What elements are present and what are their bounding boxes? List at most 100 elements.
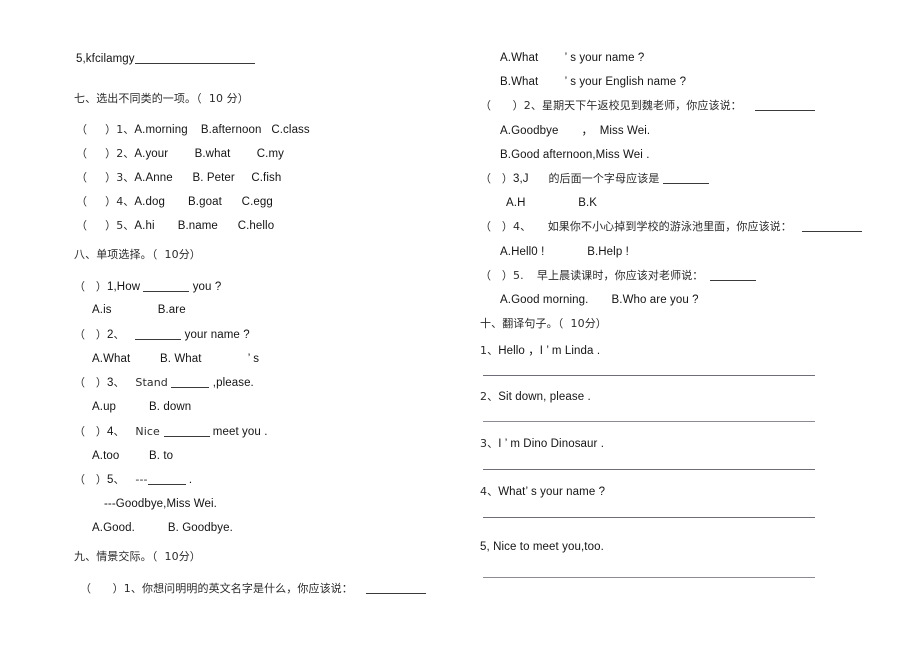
section-eight-item-5-stem: （ ）5、 --- .	[74, 473, 192, 487]
choice-paren[interactable]: （ ）	[76, 147, 116, 160]
item-sentence: Hello ，I ’ m Linda .	[498, 345, 601, 357]
orphan-item-word: kfcilamgy	[85, 53, 135, 65]
answer-blank[interactable]	[801, 231, 862, 232]
section-nine-item-1: （ ）1、你想问明明的英文名字是什么，你应该说：	[80, 582, 427, 596]
option-c[interactable]: C.class	[271, 124, 309, 136]
stem-before: 、	[113, 328, 136, 341]
answer-blank[interactable]	[662, 183, 709, 184]
choice-paren[interactable]: （ ）	[74, 473, 107, 486]
section-eight-item-5-options[interactable]: A.Good. B. Goodbye.	[92, 521, 233, 535]
stem-after: .	[185, 474, 193, 486]
item-number: 4、	[480, 485, 499, 498]
orphan-item-5: 5,kfcilamgy	[76, 52, 255, 66]
option-a[interactable]: A.Anne	[134, 172, 172, 184]
translation-answer-line-3[interactable]	[483, 469, 815, 470]
option-a[interactable]: A.morning	[134, 124, 187, 136]
section-nine-item-3: （ ）3,J 的后面一个字母应该是	[480, 172, 709, 186]
item-prompt: 的后面一个字母应该是	[548, 172, 660, 185]
item-number: 4、	[513, 220, 532, 233]
item-number: 2、	[523, 99, 542, 112]
stem-before: 、 Stand	[113, 376, 172, 389]
section-nine-item-2-option-b[interactable]: B.Good afternoon,Miss Wei .	[500, 148, 650, 162]
stem-before: How	[116, 281, 144, 293]
section-seven-heading: 七、选出不同类的一项。（ 10 分）	[74, 92, 249, 105]
section-nine-item-1-option-b[interactable]: B.What ’ s your English name ?	[500, 75, 686, 89]
choice-paren[interactable]: （ ）	[76, 171, 116, 184]
item-number: 1、	[123, 582, 142, 595]
item-number: 2、	[116, 147, 135, 160]
option-c[interactable]: C.hello	[238, 220, 275, 232]
section-eight-item-1-options[interactable]: A.is B.are	[92, 303, 186, 317]
option-b[interactable]: B.goat	[188, 196, 222, 208]
section-eight-item-2-options[interactable]: A.What B. What ’ s	[92, 352, 259, 366]
stem-after: your name ?	[181, 329, 250, 341]
choice-paren[interactable]: （ ）	[74, 376, 107, 389]
orphan-item-blank[interactable]	[134, 63, 255, 64]
item-number: 3、	[480, 437, 499, 450]
choice-paren[interactable]: （ ）	[480, 269, 513, 282]
translation-answer-line-1[interactable]	[483, 375, 815, 376]
section-ten-item-3: 3、I ’ m Dino Dinosaur .	[480, 437, 604, 451]
answer-blank[interactable]	[147, 484, 186, 485]
answer-blank[interactable]	[143, 291, 190, 292]
choice-paren[interactable]: （ ）	[74, 425, 107, 438]
choice-paren[interactable]: （ ）	[76, 219, 116, 232]
section-ten-item-4: 4、What’ s your name ?	[480, 485, 605, 499]
translation-answer-line-5[interactable]	[483, 577, 815, 578]
option-b[interactable]: B.afternoon	[201, 124, 262, 136]
answer-blank[interactable]	[171, 387, 210, 388]
option-c[interactable]: C.fish	[251, 172, 281, 184]
option-a[interactable]: A.hi	[134, 220, 154, 232]
item-number: 5、	[116, 219, 135, 232]
section-seven-item-4: （ ）4、A.dog B.goat C.egg	[76, 195, 273, 209]
item-number: 3,J	[513, 173, 529, 185]
answer-blank[interactable]	[135, 339, 182, 340]
answer-blank[interactable]	[163, 436, 210, 437]
section-nine-item-2-option-a[interactable]: A.Goodbye ， Miss Wei.	[500, 124, 650, 138]
option-c[interactable]: C.my	[257, 148, 284, 160]
section-eight-item-4-options[interactable]: A.too B. to	[92, 449, 173, 463]
stem-before: 、 ---	[113, 473, 148, 486]
translation-answer-line-2[interactable]	[483, 421, 815, 422]
item-prompt: 如果你不小心掉到学校的游泳池里面，你应该说：	[547, 220, 792, 233]
answer-blank[interactable]	[366, 593, 427, 594]
option-b[interactable]: B.name	[178, 220, 218, 232]
item-number: 1,	[107, 281, 117, 293]
translation-answer-line-4[interactable]	[483, 517, 815, 518]
answer-blank[interactable]	[709, 280, 756, 281]
section-ten-heading: 十、翻译句子。（ 10分）	[480, 317, 607, 330]
section-nine-item-2: （ ）2、星期天下午返校见到魏老师，你应该说：	[480, 99, 815, 113]
option-a[interactable]: A.your	[134, 148, 168, 160]
item-number: 2、	[480, 390, 499, 403]
section-seven-item-1: （ ）1、A.morning B.afternoon C.class	[76, 123, 310, 137]
choice-paren[interactable]: （ ）	[74, 280, 107, 293]
choice-paren[interactable]: （ ）	[76, 195, 116, 208]
section-nine-item-4-options[interactable]: A.Hell0 ! B.Help !	[500, 245, 629, 259]
choice-paren[interactable]: （ ）	[74, 328, 107, 341]
choice-paren[interactable]: （ ）	[480, 220, 513, 233]
section-nine-item-3-options[interactable]: A.H B.K	[506, 196, 597, 210]
choice-paren[interactable]: （ ）	[480, 172, 513, 185]
stem-after: ,please.	[209, 377, 254, 389]
option-b[interactable]: B. Peter	[193, 172, 235, 184]
option-b[interactable]: B.what	[195, 148, 231, 160]
section-eight-item-4-stem: （ ）4、 Nice meet you .	[74, 425, 268, 439]
choice-paren[interactable]: （ ）	[80, 582, 124, 595]
section-eight-item-3-options[interactable]: A.up B. down	[92, 400, 191, 414]
section-nine-item-1-option-a[interactable]: A.What ’ s your name ?	[500, 51, 644, 65]
answer-blank[interactable]	[754, 110, 815, 111]
choice-paren[interactable]: （ ）	[76, 123, 116, 136]
option-c[interactable]: C.egg	[242, 196, 273, 208]
exam-page: 5,kfcilamgy 七、选出不同类的一项。（ 10 分） （ ）1、A.mo…	[0, 0, 920, 651]
choice-paren[interactable]: （ ）	[480, 99, 524, 112]
section-nine-item-5-options[interactable]: A.Good morning. B.Who are you ?	[500, 293, 699, 307]
item-sentence: I ’ m Dino Dinosaur .	[498, 438, 605, 450]
option-a[interactable]: A.dog	[134, 196, 165, 208]
